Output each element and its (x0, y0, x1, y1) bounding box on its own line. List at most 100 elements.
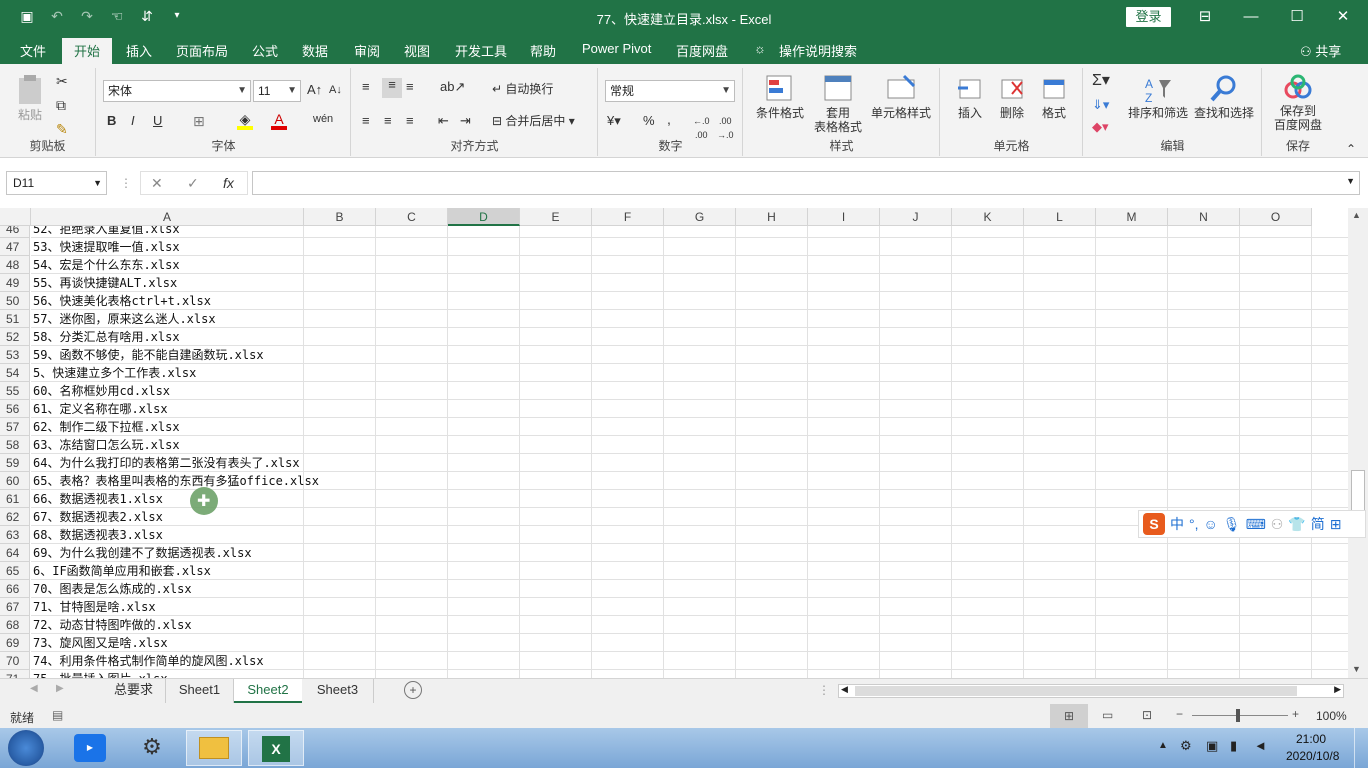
share-button[interactable]: ⚇ 共享 (1300, 41, 1341, 60)
sheet-tab-sheet2[interactable]: Sheet2 (234, 679, 302, 703)
row-header[interactable]: 53 (0, 346, 30, 364)
cell-a[interactable]: 63、冻结窗口怎么玩.xlsx (31, 436, 180, 454)
italic-button[interactable]: I (131, 114, 135, 128)
volume-icon[interactable]: ◄ (1254, 738, 1267, 753)
row-header[interactable]: 60 (0, 472, 30, 490)
ime-simplified[interactable]: 简 (1311, 514, 1325, 534)
cell-a[interactable]: 60、名称框妙用cd.xlsx (31, 382, 170, 400)
grow-font-icon[interactable]: A↑ (307, 83, 322, 97)
row-header[interactable]: 59 (0, 454, 30, 472)
cell-a[interactable]: 62、制作二级下拉框.xlsx (31, 418, 180, 436)
format-painter-icon[interactable]: ✎ (56, 122, 68, 136)
page-layout-view-icon[interactable]: ▭ (1102, 708, 1113, 722)
cell-a[interactable]: 64、为什么我打印的表格第二张没有表头了.xlsx (31, 454, 300, 472)
column-header-f[interactable]: F (592, 208, 664, 226)
format-cells-button[interactable]: 格式 (1037, 74, 1071, 120)
maximize-icon[interactable]: ☐ (1274, 0, 1320, 34)
merge-center-button[interactable]: ⊟ 合并后居中 ▾ (492, 114, 575, 128)
orientation-icon[interactable]: ab↗ (440, 80, 465, 94)
tab-insert[interactable]: 插入 (126, 41, 152, 60)
tab-power-pivot[interactable]: Power Pivot (582, 41, 651, 56)
row-header[interactable]: 52 (0, 328, 30, 346)
row-header[interactable]: 71 (0, 670, 30, 678)
ime-toolbar[interactable]: S 中 °, ☺ 🎙 ⌨ ⚇ 👕 简 ⊞ (1138, 510, 1366, 538)
row-header[interactable]: 50 (0, 292, 30, 310)
scroll-left-icon[interactable]: ◀ (841, 684, 848, 695)
normal-view-icon[interactable]: ⊞ (1050, 704, 1088, 728)
macro-record-icon[interactable]: ▤ (52, 708, 63, 722)
number-format-combo[interactable]: 常规 ▼ (605, 80, 735, 102)
shrink-font-icon[interactable]: A↓ (329, 83, 342, 97)
cell-a[interactable]: 70、图表是怎么炼成的.xlsx (31, 580, 192, 598)
cell-styles-button[interactable]: 单元格样式 (868, 74, 934, 120)
tab-data[interactable]: 数据 (302, 41, 328, 60)
ime-punct[interactable]: °, (1189, 516, 1199, 532)
increase-indent-icon[interactable]: ⇥ (460, 114, 471, 128)
cell-a[interactable]: 75、批量插入图片.xlsx (31, 670, 168, 678)
clear-icon[interactable]: ◆▾ (1092, 120, 1109, 134)
grid-icon[interactable]: ⊞ (1330, 516, 1342, 533)
next-sheet-icon[interactable]: ▶ (56, 683, 64, 694)
vertical-scrollbar[interactable]: ▲ ▼ (1348, 208, 1368, 678)
row-header[interactable]: 57 (0, 418, 30, 436)
align-center-icon[interactable]: ≡ (384, 114, 392, 128)
scroll-down-icon[interactable]: ▼ (1352, 664, 1361, 674)
tray-icon-2[interactable]: ▣ (1206, 738, 1218, 754)
row-header[interactable]: 66 (0, 580, 30, 598)
column-header-n[interactable]: N (1168, 208, 1240, 226)
cell-a[interactable]: 71、甘特图是啥.xlsx (31, 598, 156, 616)
ime-lang[interactable]: 中 (1170, 514, 1184, 534)
row-header[interactable]: 54 (0, 364, 30, 382)
skin-icon[interactable]: 👕 (1288, 516, 1305, 533)
align-top-icon[interactable]: ≡ (362, 80, 370, 94)
add-sheet-icon[interactable]: + (404, 681, 422, 699)
select-all-corner[interactable] (0, 208, 31, 226)
row-header[interactable]: 51 (0, 310, 30, 328)
row-header[interactable]: 62 (0, 508, 30, 526)
cell-a[interactable]: 61、定义名称在哪.xlsx (31, 400, 168, 418)
confirm-icon[interactable]: ✓ (187, 175, 199, 192)
tab-view[interactable]: 视图 (404, 41, 430, 60)
font-color-icon[interactable]: A (271, 112, 287, 130)
row-header[interactable]: 55 (0, 382, 30, 400)
column-header-j[interactable]: J (880, 208, 952, 226)
clock-date[interactable]: 2020/10/8 (1286, 749, 1339, 763)
row-header[interactable]: 58 (0, 436, 30, 454)
paste-button[interactable]: 粘贴 (12, 74, 48, 122)
microphone-icon[interactable]: 🎙 (1223, 516, 1241, 533)
column-header-h[interactable]: H (736, 208, 808, 226)
fill-color-icon[interactable]: ◈ (237, 112, 253, 130)
sheet-tab-总要求[interactable]: 总要求 (102, 679, 166, 703)
column-header-e[interactable]: E (520, 208, 592, 226)
emoji-icon[interactable]: ☺ (1204, 516, 1218, 532)
row-header[interactable]: 47 (0, 238, 30, 256)
wrap-text-button[interactable]: ↵ 自动换行 (492, 82, 553, 96)
tab-developer[interactable]: 开发工具 (455, 41, 507, 60)
column-header-d[interactable]: D (448, 208, 520, 226)
tab-file[interactable]: 文件 (20, 41, 46, 60)
row-header[interactable]: 61 (0, 490, 30, 508)
column-header-i[interactable]: I (808, 208, 880, 226)
tab-home[interactable]: 开始 (62, 38, 113, 64)
cell-a[interactable]: 74、利用条件格式制作简单的旋风图.xlsx (31, 652, 264, 670)
cell-a[interactable]: 6、IF函数简单应用和嵌套.xlsx (31, 562, 211, 580)
font-name-combo[interactable]: 宋体 ▼ (103, 80, 251, 102)
bold-button[interactable]: B (107, 114, 116, 128)
tab-help[interactable]: 帮助 (530, 41, 556, 60)
align-bottom-icon[interactable]: ≡ (406, 80, 414, 94)
excel-taskbar-icon[interactable]: X (248, 730, 304, 766)
worksheet-grid[interactable]: 46 52、拒绝录入重复值.xlsx 47 53、快速提取唯一值.xlsx 48 54、宏… (0, 208, 1348, 678)
page-break-view-icon[interactable]: ⊡ (1142, 708, 1152, 722)
zoom-in-icon[interactable]: + (1292, 707, 1299, 721)
autosum-icon[interactable]: Σ▾ (1092, 73, 1110, 89)
tab-baidu-netdisk[interactable]: 百度网盘 (676, 41, 728, 60)
app-icon-1[interactable]: ▶ (74, 734, 106, 762)
column-header-a[interactable]: A (31, 208, 304, 226)
zoom-out-icon[interactable]: − (1176, 707, 1183, 721)
show-desktop-button[interactable] (1354, 728, 1368, 768)
row-header[interactable]: 70 (0, 652, 30, 670)
cell-a[interactable]: 5、快速建立多个工作表.xlsx (31, 364, 196, 382)
column-header-k[interactable]: K (952, 208, 1024, 226)
network-icon[interactable]: ▮ (1230, 738, 1237, 754)
minimize-icon[interactable]: — (1228, 0, 1274, 34)
